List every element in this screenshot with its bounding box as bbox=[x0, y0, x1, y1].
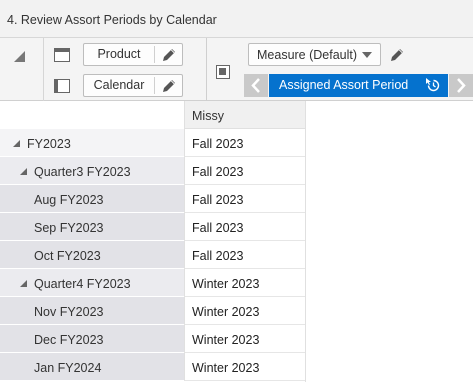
row-header-label: Aug FY2023 bbox=[34, 193, 104, 207]
measure-dropdown[interactable]: Measure (Default) bbox=[248, 43, 381, 66]
row-header[interactable]: Quarter4 FY2023 bbox=[0, 269, 184, 297]
column-header-missy[interactable]: Missy bbox=[184, 101, 305, 129]
current-measure-tile[interactable]: Assigned Assort Period bbox=[269, 74, 448, 97]
value-cell[interactable]: Fall 2023 bbox=[184, 129, 305, 157]
edit-pencil-icon[interactable] bbox=[159, 45, 179, 65]
row-header-label: Quarter4 FY2023 bbox=[34, 277, 131, 291]
row-header-label: Quarter3 FY2023 bbox=[34, 165, 131, 179]
cell-value: Winter 2023 bbox=[192, 333, 260, 347]
value-cell[interactable]: Fall 2023 bbox=[184, 241, 305, 269]
row-header-label: Sep FY2023 bbox=[34, 221, 104, 235]
row-header-label: Nov FY2023 bbox=[34, 305, 104, 319]
reset-cursor-icon[interactable] bbox=[425, 77, 442, 94]
page-edge-icon bbox=[216, 65, 230, 79]
row-header[interactable]: Jan FY2024 bbox=[0, 353, 184, 381]
window-title: 4. Review Assort Periods by Calendar bbox=[7, 13, 217, 27]
row-header[interactable]: Dec FY2023 bbox=[0, 325, 184, 353]
value-cell[interactable]: Fall 2023 bbox=[184, 213, 305, 241]
row-header[interactable]: Nov FY2023 bbox=[0, 297, 184, 325]
row-header-label: Oct FY2023 bbox=[34, 249, 101, 263]
expand-triangle-icon[interactable] bbox=[20, 168, 27, 175]
empty-grid-area bbox=[305, 101, 473, 382]
value-cell[interactable]: Winter 2023 bbox=[184, 297, 305, 325]
measure-navigator: Assigned Assort Period bbox=[244, 74, 473, 97]
chevron-right-icon bbox=[457, 78, 466, 93]
row-edge-icon bbox=[54, 79, 70, 93]
collapse-triangle-icon[interactable] bbox=[14, 51, 25, 62]
table-row: Jan FY2024 Winter 2023 bbox=[0, 353, 305, 381]
table-row: Sep FY2023 Fall 2023 bbox=[0, 213, 305, 241]
expand-triangle-icon[interactable] bbox=[13, 140, 20, 147]
row-header[interactable]: Sep FY2023 bbox=[0, 213, 184, 241]
previous-measure-button[interactable] bbox=[244, 74, 268, 97]
measure-edge: Measure (Default) Assigned Assort Period bbox=[207, 38, 473, 101]
table-row: Dec FY2023 Winter 2023 bbox=[0, 325, 305, 353]
calendar-dimension-label: Calendar bbox=[93, 78, 145, 92]
cell-value: Fall 2023 bbox=[192, 249, 244, 263]
value-cell[interactable]: Fall 2023 bbox=[184, 157, 305, 185]
row-header[interactable]: Aug FY2023 bbox=[0, 185, 184, 213]
row-header-label: Dec FY2023 bbox=[34, 333, 104, 347]
row-header-label: Jan FY2024 bbox=[34, 361, 102, 375]
chevron-down-icon bbox=[362, 52, 372, 58]
value-cell[interactable]: Winter 2023 bbox=[184, 353, 305, 381]
pivot-corner[interactable] bbox=[0, 38, 44, 101]
table-row: Nov FY2023 Winter 2023 bbox=[0, 297, 305, 325]
window-title-bar: 4. Review Assort Periods by Calendar bbox=[0, 0, 473, 38]
current-measure-label: Assigned Assort Period bbox=[279, 78, 409, 92]
product-dimension-tile[interactable]: Product bbox=[83, 43, 183, 66]
value-cell[interactable]: Fall 2023 bbox=[184, 185, 305, 213]
cell-value: Fall 2023 bbox=[192, 165, 244, 179]
expand-triangle-icon[interactable] bbox=[20, 280, 27, 287]
table-row: Oct FY2023 Fall 2023 bbox=[0, 241, 305, 269]
calendar-dimension-tile[interactable]: Calendar bbox=[83, 74, 183, 97]
cell-value: Winter 2023 bbox=[192, 277, 260, 291]
row-header[interactable]: Oct FY2023 bbox=[0, 241, 184, 269]
measure-dropdown-label: Measure (Default) bbox=[257, 48, 358, 62]
table-row: Quarter3 FY2023 Fall 2023 bbox=[0, 157, 305, 185]
row-header[interactable]: FY2023 bbox=[0, 129, 184, 157]
table-row: FY2023 Fall 2023 bbox=[0, 129, 305, 157]
row-header-label: FY2023 bbox=[27, 137, 71, 151]
cell-value: Fall 2023 bbox=[192, 221, 244, 235]
edit-pencil-icon[interactable] bbox=[159, 76, 179, 96]
column-header-row: Missy bbox=[0, 101, 305, 129]
pivot-toolbar: Product Calendar Measure (Default) Assig… bbox=[0, 38, 473, 101]
value-cell[interactable]: Winter 2023 bbox=[184, 325, 305, 353]
cell-value: Fall 2023 bbox=[192, 137, 244, 151]
column-header-label: Missy bbox=[192, 109, 224, 123]
column-edge-icon bbox=[54, 48, 70, 62]
row-header[interactable]: Quarter3 FY2023 bbox=[0, 157, 184, 185]
edit-pencil-icon[interactable] bbox=[387, 45, 407, 65]
table-row: Aug FY2023 Fall 2023 bbox=[0, 185, 305, 213]
pivot-grid: Missy FY2023 Fall 2023 Quarter3 FY2023 F… bbox=[0, 101, 305, 382]
cell-value: Winter 2023 bbox=[192, 361, 260, 375]
value-cell[interactable]: Winter 2023 bbox=[184, 269, 305, 297]
cell-value: Fall 2023 bbox=[192, 193, 244, 207]
next-measure-button[interactable] bbox=[449, 74, 473, 97]
product-dimension-label: Product bbox=[97, 47, 141, 61]
chevron-left-icon bbox=[251, 78, 260, 93]
cell-value: Winter 2023 bbox=[192, 305, 260, 319]
table-row: Quarter4 FY2023 Winter 2023 bbox=[0, 269, 305, 297]
